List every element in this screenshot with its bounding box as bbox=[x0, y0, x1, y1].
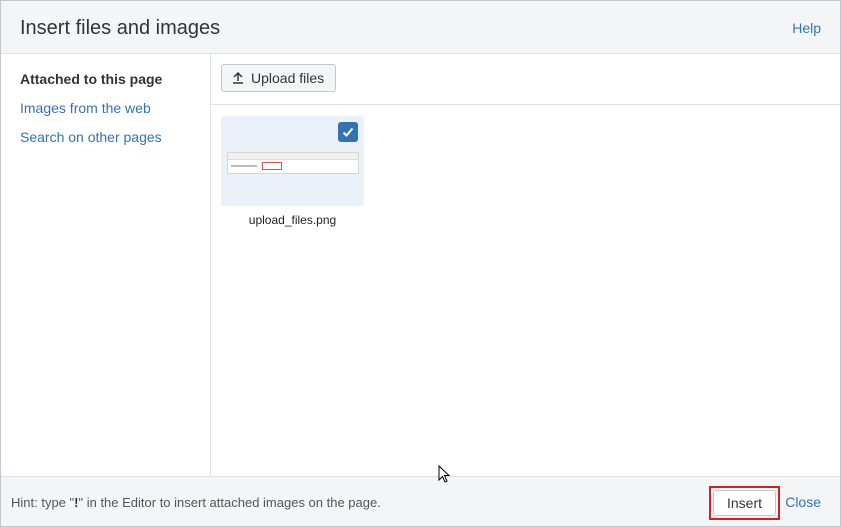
dialog-title: Insert files and images bbox=[20, 17, 221, 39]
sidebar: Attached to this page Images from the we… bbox=[1, 54, 211, 476]
upload-icon bbox=[231, 71, 245, 85]
sidebar-item-web-images[interactable]: Images from the web bbox=[20, 100, 151, 116]
dialog-footer: Hint: type "!" in the Editor to insert a… bbox=[1, 476, 840, 526]
insert-files-dialog: Insert files and images Help Attached to… bbox=[0, 0, 841, 527]
sidebar-item-attached[interactable]: Attached to this page bbox=[20, 71, 162, 87]
checkmark-icon bbox=[342, 127, 354, 137]
insert-button[interactable]: Insert bbox=[712, 490, 776, 516]
help-link[interactable]: Help bbox=[792, 20, 821, 36]
file-thumbnail bbox=[227, 152, 359, 174]
file-name: upload_files.png bbox=[248, 213, 337, 227]
mouse-cursor-icon bbox=[438, 465, 451, 483]
upload-files-button[interactable]: Upload files bbox=[221, 64, 337, 92]
close-link[interactable]: Close bbox=[785, 494, 821, 510]
file-grid: upload_files.png bbox=[211, 105, 840, 476]
selected-checkbox[interactable] bbox=[338, 122, 358, 142]
hint-text: Hint: type "!" in the Editor to insert a… bbox=[11, 495, 381, 510]
file-tile[interactable] bbox=[221, 116, 364, 206]
sidebar-item-search-pages[interactable]: Search on other pages bbox=[20, 129, 162, 145]
upload-files-label: Upload files bbox=[251, 70, 325, 86]
insert-button-highlight: Insert bbox=[708, 486, 780, 520]
toolbar: Upload files bbox=[211, 54, 840, 105]
dialog-header: Insert files and images Help bbox=[1, 1, 840, 54]
